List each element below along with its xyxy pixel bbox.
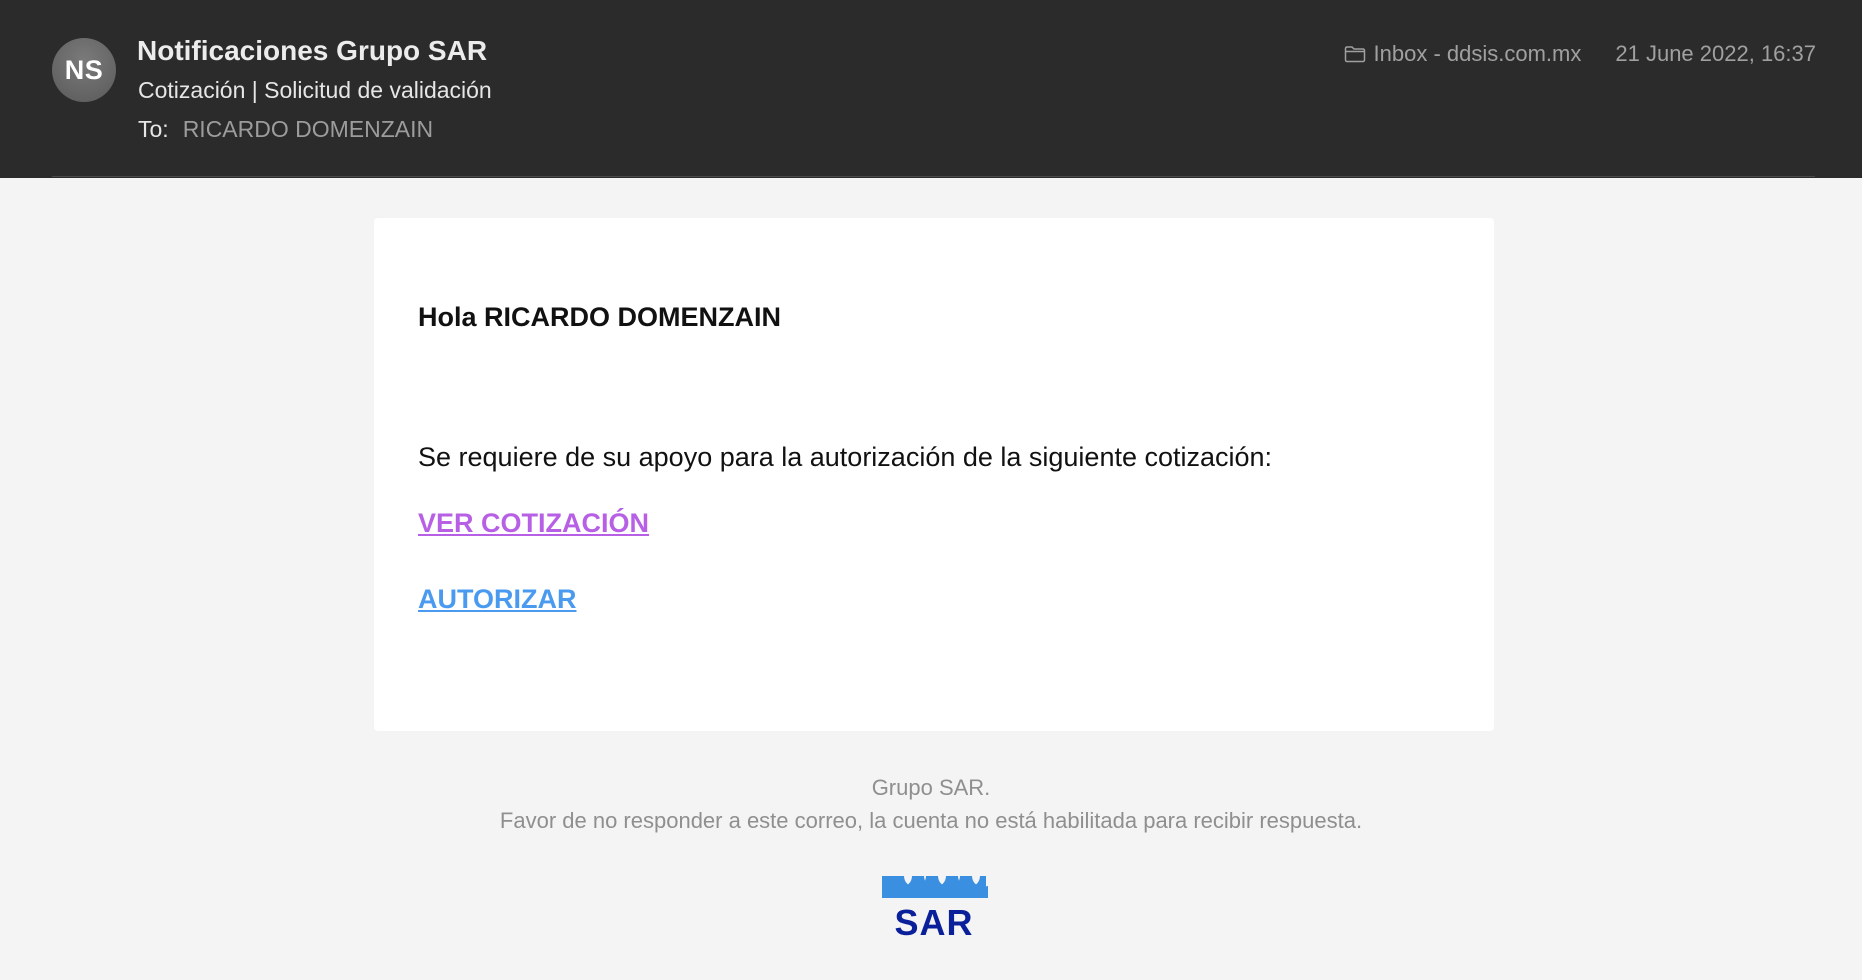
header-divider: [52, 176, 1815, 177]
mailbox-folder[interactable]: Inbox - ddsis.com.mx: [1374, 41, 1582, 67]
view-quote-link[interactable]: VER COTIZACIÓN: [418, 508, 649, 539]
folder-icon: [1344, 46, 1365, 63]
recipient-row: To: RICARDO DOMENZAIN: [138, 116, 433, 143]
sender-name: Notificaciones Grupo SAR: [137, 35, 488, 66]
received-date: 21 June 2022, 16:37: [1615, 41, 1816, 66]
message-card: Hola RICARDO DOMENZAIN Se requiere de su…: [374, 218, 1494, 731]
recipient-name[interactable]: RICARDO DOMENZAIN: [183, 116, 433, 142]
sar-logo-text: SAR: [894, 902, 973, 938]
greeting: Hola RICARDO DOMENZAIN: [418, 302, 781, 332]
footer-company: Grupo SAR.: [871, 775, 991, 800]
to-label: To:: [138, 116, 169, 142]
sender-avatar: NS: [52, 38, 116, 102]
footer-note: Favor de no responder a este correo, la …: [499, 808, 1363, 833]
sar-logo: SAR: [882, 876, 988, 938]
authorize-link[interactable]: AUTORIZAR: [418, 584, 577, 615]
message-text: Se requiere de su apoyo para la autoriza…: [418, 442, 1273, 472]
email-header: NS Notificaciones Grupo SAR Cotización |…: [0, 0, 1862, 178]
email-meta: Inbox - ddsis.com.mx 21 June 2022, 16:37: [1344, 41, 1816, 67]
email-subject: Cotización | Solicitud de validación: [138, 77, 492, 103]
